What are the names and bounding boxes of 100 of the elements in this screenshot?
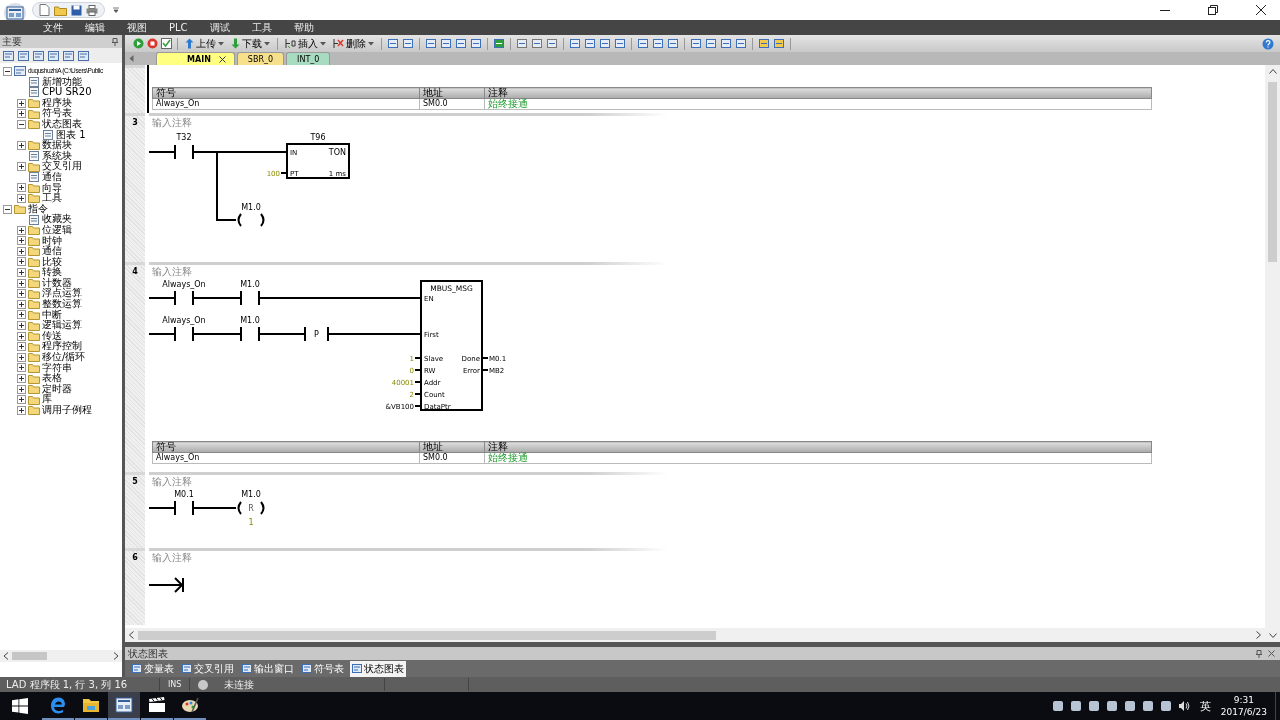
printer-icon[interactable]: [86, 4, 98, 16]
expander-icon[interactable]: [17, 299, 26, 309]
expander-icon[interactable]: [17, 352, 26, 362]
menu-item[interactable]: 文件: [32, 20, 74, 35]
expander-icon[interactable]: [17, 162, 26, 172]
tree-item[interactable]: 中断: [42, 309, 62, 321]
tree-item[interactable]: 整数运算: [42, 299, 82, 310]
run-icon[interactable]: [133, 38, 144, 49]
clock-date[interactable]: 2017/6/23: [1220, 706, 1267, 718]
tree-item[interactable]: 移位/循环: [42, 352, 86, 363]
tray-icon[interactable]: [1105, 700, 1118, 712]
close-icon[interactable]: [1256, 5, 1266, 15]
tray-icon[interactable]: [1069, 700, 1082, 712]
view-icon[interactable]: [33, 50, 44, 61]
menu-item[interactable]: 调试: [198, 20, 241, 35]
tray-icon[interactable]: [1159, 700, 1172, 712]
expander-icon[interactable]: [17, 257, 26, 267]
tree-item[interactable]: 指令: [28, 203, 48, 215]
panel-tab[interactable]: 变量表: [130, 660, 176, 677]
expander-icon[interactable]: [17, 405, 26, 415]
tree-item[interactable]: 比较: [42, 256, 62, 268]
scroll-right-icon[interactable]: [1256, 631, 1261, 639]
tree-item[interactable]: 交叉引用: [42, 161, 82, 172]
stop-icon[interactable]: [147, 38, 158, 49]
tree-item[interactable]: 字符串: [42, 362, 72, 374]
panel-tab[interactable]: 交叉引用: [180, 660, 236, 677]
tree-item[interactable]: 图表 1: [56, 129, 86, 141]
menu-item[interactable]: PLC: [158, 20, 199, 35]
expander-icon[interactable]: [17, 363, 26, 373]
menu-item[interactable]: 帮助: [282, 20, 325, 35]
tree-item[interactable]: 状态图表: [42, 118, 82, 130]
tree-item[interactable]: 程序块: [42, 97, 72, 109]
editor-tab[interactable]: MAIN: [156, 52, 235, 65]
tree-item[interactable]: 传送: [42, 330, 62, 342]
scrollbar-thumb[interactable]: [138, 630, 716, 640]
tree-item[interactable]: 程序控制: [42, 341, 82, 353]
network-comment[interactable]: 输入注释: [149, 551, 1265, 564]
menu-item[interactable]: 工具: [240, 20, 283, 35]
tree-item[interactable]: 数据块: [42, 140, 72, 151]
app-logo-icon[interactable]: [4, 3, 26, 23]
expander-icon[interactable]: [17, 384, 26, 394]
expander-icon[interactable]: [17, 225, 26, 235]
windows-start-icon[interactable]: [12, 698, 28, 714]
tray-icon[interactable]: [1087, 700, 1100, 712]
expander-icon[interactable]: [17, 183, 26, 193]
expander-icon[interactable]: [17, 289, 26, 299]
toolbar-button[interactable]: 删除: [331, 36, 376, 51]
editor-tab[interactable]: INT_0: [286, 52, 331, 65]
help-icon[interactable]: [1262, 37, 1274, 50]
tree-item[interactable]: 表格: [42, 373, 62, 384]
toolbar-button[interactable]: 下载: [229, 36, 272, 51]
tree-item[interactable]: CPU SR20: [42, 87, 92, 98]
tray-icon[interactable]: [1141, 700, 1154, 712]
expander-icon[interactable]: [17, 236, 26, 246]
close-icon[interactable]: [218, 55, 226, 63]
view-icon[interactable]: [3, 50, 14, 61]
tree-item[interactable]: 向导: [42, 182, 62, 194]
restore-icon[interactable]: [1208, 5, 1218, 15]
tree-item[interactable]: 位逻辑: [42, 224, 72, 236]
view-icon[interactable]: [48, 50, 59, 61]
view-icon[interactable]: [78, 50, 89, 61]
app-window-icon[interactable]: [108, 692, 140, 720]
tray-icon[interactable]: [1123, 700, 1136, 712]
tree-item[interactable]: 库: [42, 394, 52, 405]
tree-item[interactable]: 时钟: [42, 235, 62, 247]
check-icon[interactable]: [161, 38, 172, 49]
panel-tab[interactable]: 状态图表: [350, 660, 406, 677]
view-icon[interactable]: [63, 50, 74, 61]
expander-icon[interactable]: [17, 193, 26, 203]
tree-item[interactable]: 调用子例程: [42, 405, 92, 416]
network-comment[interactable]: 输入注释: [149, 116, 1265, 129]
menu-item[interactable]: 编辑: [74, 20, 116, 35]
network-comment[interactable]: 输入注释: [149, 265, 1265, 278]
tree-item[interactable]: 浮点运算: [42, 288, 82, 300]
panel-tab[interactable]: 输出窗口: [240, 660, 296, 677]
tree-item[interactable]: 逻辑运算: [42, 320, 82, 331]
toolbar-button[interactable]: 插入: [283, 36, 328, 51]
view-icon[interactable]: [18, 50, 29, 61]
scroll-left-icon[interactable]: [3, 652, 9, 660]
panel-tab[interactable]: 符号表: [300, 660, 346, 677]
tree-item[interactable]: 计数器: [42, 277, 72, 289]
tree-item[interactable]: 新增功能: [42, 76, 82, 88]
expander-icon[interactable]: [17, 321, 26, 331]
pin-icon[interactable]: [1256, 649, 1262, 658]
tree-item[interactable]: 通信: [42, 246, 62, 257]
expander-icon[interactable]: [17, 119, 26, 129]
editor-tab[interactable]: SBR_0: [236, 52, 285, 65]
menu-item[interactable]: 视图: [116, 20, 158, 35]
tray-icon[interactable]: [1051, 700, 1064, 712]
save-icon[interactable]: [71, 4, 82, 16]
scroll-left-icon[interactable]: [129, 631, 134, 639]
new-file-icon[interactable]: [39, 4, 50, 16]
volume-icon[interactable]: [1177, 700, 1190, 712]
expander-icon[interactable]: [17, 395, 26, 405]
expander-icon[interactable]: [17, 98, 26, 108]
expander-icon[interactable]: [3, 66, 12, 76]
tree-item[interactable]: 收藏夹: [42, 214, 72, 225]
scroll-up-icon[interactable]: [1268, 69, 1277, 74]
tree-item[interactable]: 符号表: [42, 108, 72, 119]
expander-icon[interactable]: [17, 342, 26, 352]
